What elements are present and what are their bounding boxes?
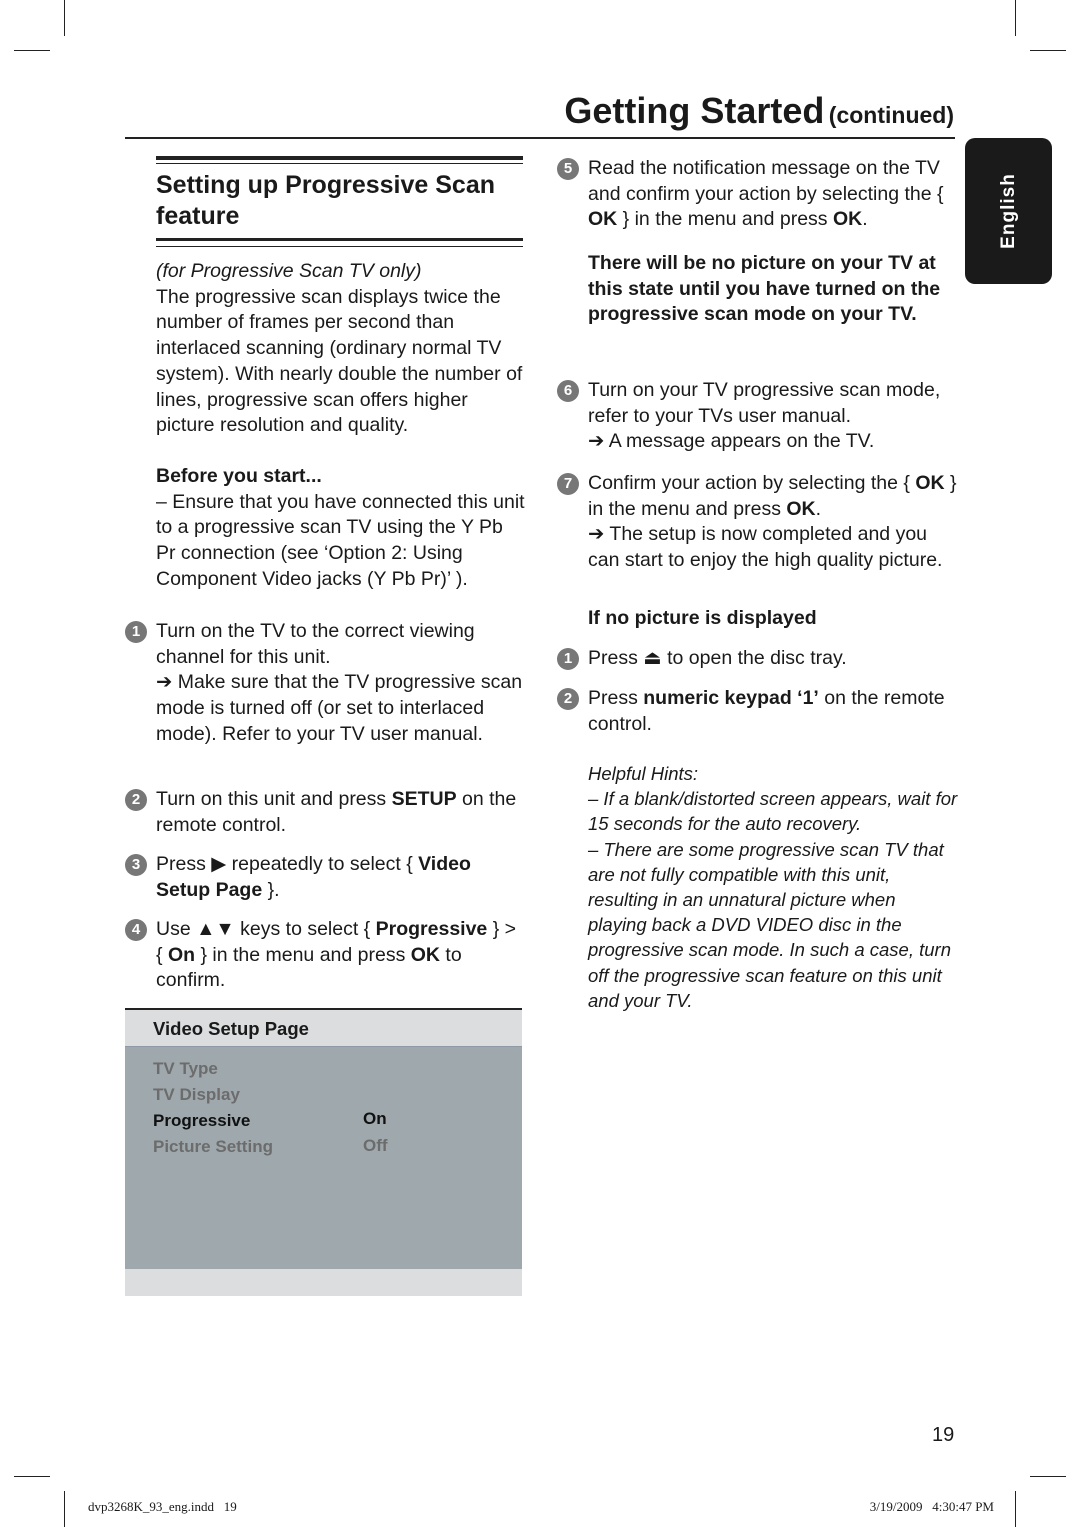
- step-result: Make sure that the TV progressive scan m…: [156, 671, 523, 745]
- menu-title: Video Setup Page: [153, 1018, 309, 1039]
- video-setup-menu: Video Setup Page TV Type TV Display Prog…: [125, 1008, 522, 1296]
- step-key: numeric keypad ‘1’: [643, 687, 819, 709]
- step-key: OK: [832, 208, 863, 231]
- hints-title: Helpful Hints:: [588, 763, 699, 784]
- step-text: keys to select {: [234, 918, 376, 940]
- step-key: Progressive: [375, 918, 488, 940]
- language-tab: English: [965, 138, 1052, 284]
- header-subtitle: (continued): [828, 102, 954, 128]
- play-right-icon: ▶: [211, 853, 227, 875]
- step-4: 4 Use ▲▼ keys to select { Progressive } …: [125, 917, 526, 994]
- hint-1: – If a blank/distorted screen appears, w…: [588, 788, 958, 835]
- step-key: OK: [410, 943, 440, 966]
- crop-mark: [1030, 1476, 1066, 1477]
- step-key: OK: [786, 497, 816, 520]
- no-picture-step-2: 2 Press numeric keypad ‘1’ on the remote…: [557, 686, 958, 737]
- step-number: 1: [557, 648, 579, 670]
- crop-mark: [64, 1491, 65, 1527]
- page-number: 19: [932, 1424, 955, 1446]
- hint-2: – There are some progressive scan TV tha…: [588, 838, 951, 1011]
- menu-item-progressive[interactable]: Progressive: [153, 1111, 250, 1131]
- step-text: Press: [156, 853, 212, 875]
- step-text: Press: [588, 687, 644, 709]
- crop-mark: [1030, 50, 1066, 51]
- step-number: 2: [557, 688, 579, 710]
- section-rule-bottom: [156, 238, 523, 241]
- step-number: 3: [125, 854, 147, 876]
- step-5: 5 Read the notification message on the T…: [557, 156, 958, 233]
- crop-mark: [14, 1476, 50, 1477]
- step-text: } in the menu and press: [617, 208, 833, 231]
- intro-note: (for Progressive Scan TV only): [156, 260, 422, 282]
- step-text: }.: [262, 878, 280, 901]
- step-text: Read the notification message on the TV …: [588, 157, 944, 205]
- step-text: Press: [588, 647, 644, 669]
- before-text: – Ensure that you have connected this un…: [156, 490, 525, 590]
- no-picture-title: If no picture is displayed: [588, 607, 817, 629]
- menu-body: TV Type TV Display Progressive On Pictur…: [125, 1046, 522, 1269]
- step-key: OK: [588, 208, 618, 231]
- step-text: } in the menu and press: [195, 943, 411, 966]
- step-text: Turn on this unit and press: [156, 788, 392, 810]
- menu-value-on[interactable]: On: [363, 1109, 387, 1129]
- step-key: SETUP: [391, 788, 457, 810]
- warning-text: There will be no picture on your TV at t…: [588, 252, 941, 326]
- menu-item-tv-type[interactable]: TV Type: [153, 1059, 218, 1079]
- step-text: .: [862, 208, 868, 231]
- language-label: English: [998, 173, 1019, 249]
- step-1: 1 Turn on the TV to the correct viewing …: [125, 619, 526, 748]
- step-text: to open the disc tray.: [661, 647, 847, 669]
- step-text: Use: [156, 918, 197, 940]
- step-text: repeatedly to select {: [226, 853, 419, 875]
- arrow-icon: ➔: [588, 523, 610, 546]
- crop-mark: [1015, 1491, 1016, 1527]
- manual-page: Getting Started (continued) English Sett…: [0, 0, 1080, 1527]
- menu-item-tv-display[interactable]: TV Display: [153, 1085, 240, 1105]
- step-text: Turn on the TV to the correct viewing ch…: [156, 620, 475, 668]
- intro-block: (for Progressive Scan TV only) The progr…: [156, 259, 526, 439]
- no-picture-step-1: 1 Press ⏏ to open the disc tray.: [557, 646, 958, 672]
- arrow-icon: ➔: [588, 430, 609, 453]
- step-number: 6: [557, 380, 579, 402]
- before-block: Before you start... – Ensure that you ha…: [156, 464, 526, 593]
- step-number: 1: [125, 621, 147, 643]
- section-rule-top: [156, 156, 523, 160]
- step-text: .: [815, 497, 822, 520]
- crop-mark: [14, 50, 50, 51]
- step-number: 4: [125, 919, 147, 941]
- step-result: The setup is now completed and you can s…: [588, 523, 943, 572]
- page-header: Getting Started (continued): [564, 90, 954, 132]
- step-result: A message appears on the TV.: [608, 430, 875, 453]
- step-6: 6 Turn on your TV progressive scan mode,…: [557, 378, 958, 455]
- menu-value-off[interactable]: Off: [363, 1136, 388, 1156]
- step-key: On: [167, 943, 196, 966]
- step-2: 2 Turn on this unit and press SETUP on t…: [125, 787, 526, 838]
- step-number: 7: [557, 473, 579, 495]
- section-title: Setting up Progressive Scan feature: [156, 171, 495, 230]
- eject-icon: ⏏: [643, 647, 662, 669]
- step-number: 2: [125, 789, 147, 811]
- step-text: Confirm your action by selecting the {: [588, 472, 916, 494]
- step-number: 5: [557, 158, 579, 180]
- intro-text: The progressive scan displays twice the …: [156, 285, 523, 437]
- header-rule: [125, 137, 955, 139]
- step-7: 7 Confirm your action by selecting the {…: [557, 471, 958, 574]
- footer-file: dvp3268K_93_eng.indd 19: [88, 1499, 237, 1514]
- step-3: 3 Press ▶ repeatedly to select { Video S…: [125, 852, 526, 903]
- step-text: Turn on your TV progressive scan mode, r…: [588, 379, 941, 427]
- before-title: Before you start...: [156, 465, 322, 487]
- arrow-icon: ➔: [156, 671, 178, 694]
- crop-mark: [64, 0, 65, 36]
- footer-date: 3/19/2009 4:30:47 PM: [869, 1499, 994, 1514]
- step-key: OK: [915, 472, 945, 494]
- up-down-arrows-icon: ▲▼: [196, 918, 235, 940]
- menu-item-picture-setting[interactable]: Picture Setting: [153, 1137, 273, 1157]
- crop-mark: [1015, 0, 1016, 36]
- helpful-hints: Helpful Hints: – If a blank/distorted sc…: [588, 761, 958, 1013]
- header-title: Getting Started: [564, 90, 825, 131]
